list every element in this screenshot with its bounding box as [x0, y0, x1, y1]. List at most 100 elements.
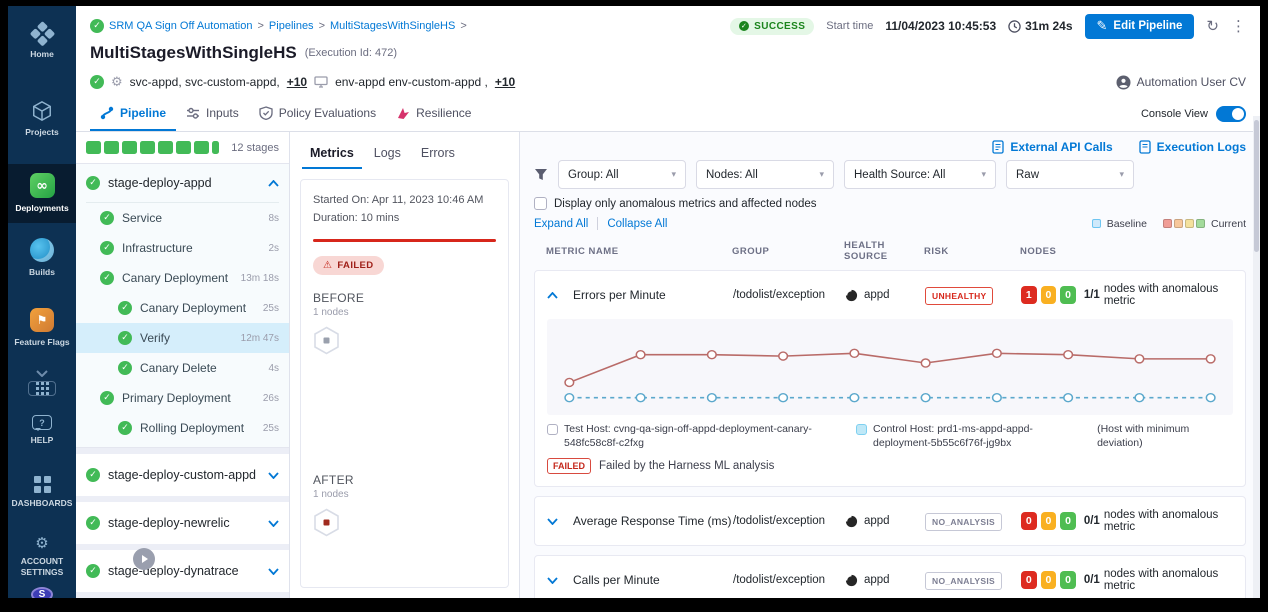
tab-pipeline[interactable]: Pipeline: [90, 96, 176, 131]
tab-resilience[interactable]: Resilience: [386, 96, 481, 131]
node-ratio-text: nodes with anomalous metric: [1104, 283, 1233, 307]
breadcrumb-project[interactable]: SRM QA Sign Off Automation: [109, 20, 252, 32]
sidebar-item-projects[interactable]: Projects: [8, 91, 76, 147]
sidebar-item-feature-flags[interactable]: ⚑ Feature Flags: [8, 299, 76, 357]
health-source-filter-select[interactable]: Health Source: All▾: [844, 160, 996, 189]
panel-collapse-handle[interactable]: [133, 548, 155, 570]
metric-row[interactable]: Average Response Time (ms) /todolist/exc…: [535, 497, 1245, 545]
vertical-scrollbar[interactable]: [1253, 116, 1260, 598]
kebab-menu-icon[interactable]: ⋮: [1231, 19, 1246, 34]
filter-funnel-icon[interactable]: [534, 168, 548, 181]
stage-step[interactable]: Service 8s: [76, 203, 289, 233]
warning-node-count: 0: [1041, 512, 1057, 530]
sidebar-item-account-settings[interactable]: ⚙ ACCOUNT SETTINGS: [8, 527, 76, 586]
breadcrumb-pipelines[interactable]: Pipelines: [269, 20, 314, 32]
stage-step[interactable]: Canary Deployment 25s: [76, 293, 289, 323]
sidebar-item-home[interactable]: Home: [8, 16, 76, 69]
expand-all-link[interactable]: Expand All: [534, 218, 588, 230]
anomalous-only-checkbox[interactable]: [534, 197, 547, 210]
tab-logs[interactable]: Logs: [366, 142, 409, 169]
external-api-calls-link[interactable]: External API Calls: [992, 140, 1112, 154]
nodes-filter-select[interactable]: Nodes: All▾: [696, 160, 834, 189]
anomalous-node-count: 0: [1021, 512, 1037, 530]
nav-collapse-chevron-icon[interactable]: [36, 370, 48, 377]
sidebar-item-help[interactable]: ? HELP: [8, 406, 76, 455]
scrollbar-thumb[interactable]: [1254, 120, 1259, 252]
chevron-up-icon[interactable]: [268, 180, 279, 187]
refresh-icon[interactable]: ↻: [1206, 19, 1219, 34]
test-host-label: Test Host: cvng-qa-sign-off-appd-deploym…: [564, 422, 846, 450]
before-node-hexagon[interactable]: [313, 326, 340, 355]
chevron-down-icon[interactable]: [268, 520, 279, 527]
stage-group-collapsed[interactable]: stage-deploy-dynatrace: [76, 544, 289, 592]
stage-step[interactable]: Canary Deployment 13m 18s: [76, 263, 289, 293]
sidebar-item-dashboards[interactable]: DASHBOARDS: [8, 467, 76, 518]
success-check-icon: [86, 516, 100, 530]
account-avatar[interactable]: S: [31, 587, 53, 598]
stage-step[interactable]: Verify 12m 47s: [76, 323, 289, 353]
stage-group-collapsed[interactable]: stage-deploy-custom-appd: [76, 448, 289, 496]
help-chat-icon: ?: [32, 415, 52, 430]
health-source-name: appd: [864, 574, 890, 586]
start-time-label: Start time: [826, 20, 873, 32]
group-filter-select[interactable]: Group: All▾: [558, 160, 686, 189]
control-host-item[interactable]: Control Host: prd1-ms-appd-appd-deployme…: [856, 422, 1087, 450]
metric-comparison-chart[interactable]: [553, 325, 1227, 413]
sidebar-item-label: Projects: [25, 127, 59, 138]
chevron-down-icon[interactable]: [268, 472, 279, 479]
step-duration: 25s: [263, 423, 279, 434]
metric-row[interactable]: Calls per Minute /todolist/exception app…: [535, 556, 1245, 598]
edit-pipeline-button[interactable]: ✎Edit Pipeline: [1085, 14, 1195, 39]
stage-step[interactable]: Canary Delete 4s: [76, 353, 289, 383]
tab-errors[interactable]: Errors: [413, 142, 463, 169]
verification-status-badge: ⚠FAILED: [313, 256, 384, 275]
chevron-up-icon[interactable]: [547, 292, 558, 299]
breadcrumb-pipeline-name[interactable]: MultiStagesWithSingleHS: [330, 20, 455, 32]
metric-row-collapsed: Calls per Minute /todolist/exception app…: [534, 555, 1246, 598]
tab-inputs[interactable]: Inputs: [176, 96, 249, 131]
metric-name: Errors per Minute: [573, 288, 733, 302]
control-host-checkbox[interactable]: [856, 424, 867, 435]
stage-step[interactable]: Infrastructure 2s: [76, 233, 289, 263]
stage-group-name: stage-deploy-appd: [108, 176, 260, 190]
app-window: Home Projects ∞ Deployments Builds ⚑ Fea…: [8, 6, 1260, 598]
tab-metrics[interactable]: Metrics: [302, 142, 362, 169]
console-view-toggle[interactable]: [1216, 106, 1246, 122]
clock-icon: [1008, 20, 1021, 33]
chevron-down-icon[interactable]: [268, 568, 279, 575]
stage-group-collapsed[interactable]: stage-deploy-newrelic: [76, 496, 289, 544]
module-selector-grid-icon[interactable]: [28, 381, 56, 396]
sidebar-item-builds[interactable]: Builds: [8, 229, 76, 287]
health-source-name: appd: [864, 289, 890, 301]
metric-row[interactable]: Errors per Minute /todolist/exception ap…: [535, 271, 1245, 319]
stage-step[interactable]: Rolling Deployment 25s: [76, 413, 289, 443]
chart-legend: Baseline Current: [1092, 218, 1246, 230]
test-host-item[interactable]: Test Host: cvng-qa-sign-off-appd-deploym…: [547, 422, 846, 450]
stage-group-header[interactable]: stage-deploy-appd: [76, 164, 289, 202]
services-more-link[interactable]: +10: [287, 75, 307, 89]
chevron-down-icon[interactable]: [547, 577, 558, 584]
sidebar-item-deployments[interactable]: ∞ Deployments: [8, 164, 76, 223]
step-duration: 2s: [268, 243, 279, 254]
test-host-checkbox[interactable]: [547, 424, 558, 435]
environments-more-link[interactable]: +10: [495, 75, 515, 89]
verification-summary-card: Started On: Apr 11, 2023 10:46 AM Durati…: [300, 179, 509, 588]
after-node-hexagon[interactable]: [313, 508, 340, 537]
step-label: Canary Delete: [140, 361, 260, 375]
healthy-node-count: 0: [1060, 571, 1076, 589]
verification-progress-bar: [313, 239, 496, 242]
execution-logs-link[interactable]: Execution Logs: [1139, 140, 1246, 154]
min-deviation-note: (Host with minimum deviation): [1097, 422, 1233, 450]
before-label: BEFORE: [313, 291, 496, 305]
tab-policy-evaluations[interactable]: Policy Evaluations: [249, 96, 386, 131]
raw-filter-select[interactable]: Raw▾: [1006, 160, 1134, 189]
failed-analysis-text: Failed by the Harness ML analysis: [599, 460, 774, 472]
chevron-down-icon[interactable]: [547, 518, 558, 525]
warning-icon: ⚠: [323, 261, 332, 271]
inputs-icon: [186, 106, 200, 120]
main-area: SRM QA Sign Off Automation > Pipelines >…: [76, 6, 1260, 598]
sidebar-item-label: HELP: [31, 435, 54, 446]
stages-progress-header: 12 stages: [76, 132, 289, 164]
stage-step[interactable]: Primary Deployment 26s: [76, 383, 289, 413]
collapse-all-link[interactable]: Collapse All: [607, 218, 667, 230]
